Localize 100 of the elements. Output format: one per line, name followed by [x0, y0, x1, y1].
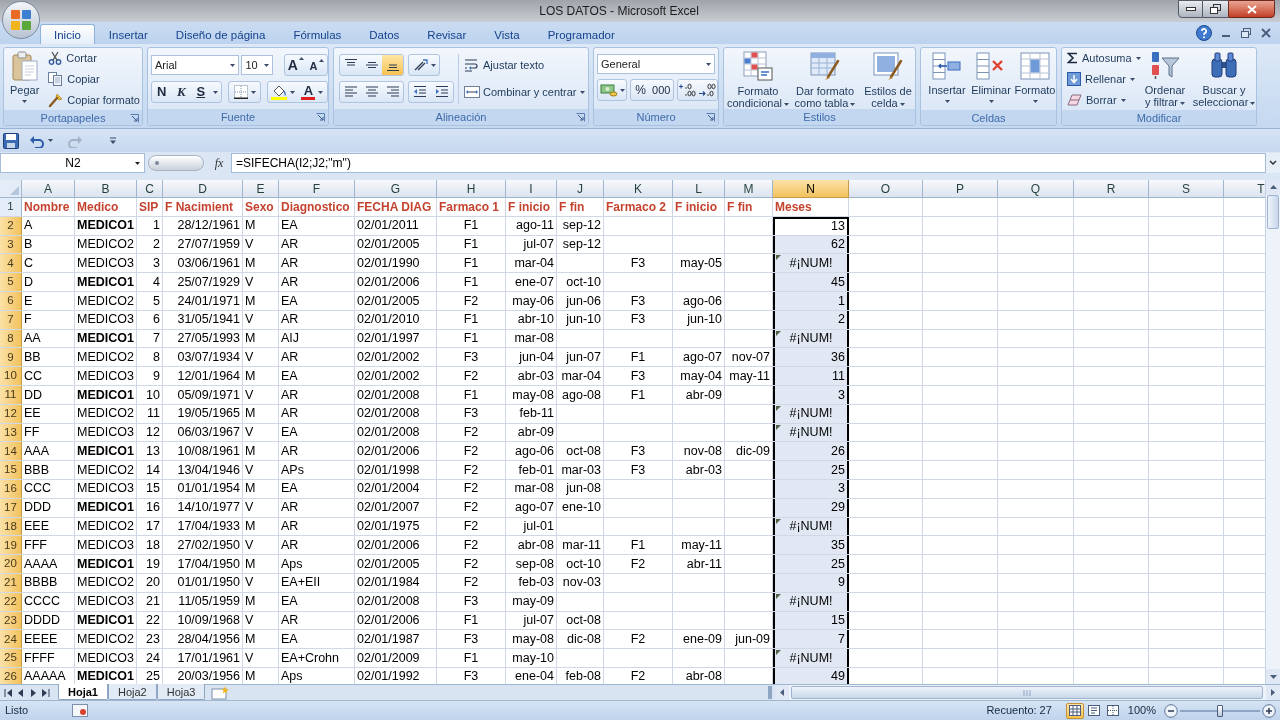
- italic-button[interactable]: K: [171, 82, 191, 102]
- help-icon[interactable]: [1196, 25, 1212, 41]
- row-number[interactable]: 19: [0, 536, 22, 555]
- column-header[interactable]: C: [137, 180, 163, 198]
- restore-button[interactable]: [1203, 0, 1228, 18]
- close-icon[interactable]: [1260, 27, 1272, 39]
- column-header[interactable]: A: [22, 180, 75, 198]
- scrollbar-thumb[interactable]: [1267, 195, 1279, 229]
- formula-input[interactable]: =SIFECHA(I2;J2;"m"): [231, 153, 1266, 173]
- ribbon-tab[interactable]: Revisar: [413, 24, 481, 44]
- row-number[interactable]: 10: [0, 367, 22, 385]
- dialog-launcher-button[interactable]: [575, 112, 585, 122]
- zoom-slider[interactable]: [1180, 703, 1260, 718]
- sort-filter-button[interactable]: Ordenar y filtrar: [1139, 48, 1191, 108]
- column-header[interactable]: I: [506, 180, 557, 198]
- name-box[interactable]: N2: [0, 153, 145, 173]
- close-button[interactable]: [1228, 0, 1275, 18]
- format-painter-button[interactable]: Copiar formato: [46, 90, 142, 110]
- row-number[interactable]: 20: [0, 555, 22, 573]
- insert-function-button[interactable]: fx: [210, 154, 228, 172]
- column-header[interactable]: G: [355, 180, 437, 198]
- sheet-tab[interactable]: Hoja3: [156, 684, 206, 700]
- zoom-in-icon[interactable]: [1262, 703, 1276, 718]
- percent-button[interactable]: %: [631, 80, 650, 100]
- fill-button[interactable]: Rellenar: [1065, 69, 1139, 89]
- copy-button[interactable]: Copiar: [46, 69, 142, 89]
- next-sheet-icon[interactable]: [29, 688, 37, 697]
- horizontal-scrollbar[interactable]: [775, 685, 1280, 700]
- column-header[interactable]: J: [557, 180, 604, 198]
- row-number[interactable]: 24: [0, 630, 22, 649]
- column-header[interactable]: E: [243, 180, 279, 198]
- previous-sheet-icon[interactable]: [17, 688, 25, 697]
- zoom-level-text[interactable]: 100%: [1127, 702, 1156, 719]
- column-header[interactable]: K: [604, 180, 673, 198]
- column-header[interactable]: L: [673, 180, 725, 198]
- clear-button[interactable]: Borrar: [1065, 90, 1139, 110]
- save-icon[interactable]: [3, 132, 19, 149]
- insert-cells-button[interactable]: Insertar: [925, 50, 969, 110]
- column-header[interactable]: T: [1224, 180, 1265, 198]
- conditional-format-button[interactable]: Formato condicional: [726, 49, 790, 109]
- dialog-launcher-button[interactable]: [705, 112, 715, 122]
- format-as-table-button[interactable]: Dar formato como tabla: [790, 49, 860, 109]
- font-name-combo[interactable]: Arial: [151, 55, 240, 75]
- sheet-tab[interactable]: Hoja1: [58, 684, 108, 700]
- shrink-font-button[interactable]: A: [306, 55, 327, 75]
- column-header[interactable]: Q: [998, 180, 1074, 198]
- column-header[interactable]: S: [1149, 180, 1224, 198]
- cut-button[interactable]: Cortar: [46, 48, 142, 68]
- ribbon-tab[interactable]: Programador: [533, 24, 629, 44]
- align-bottom-button[interactable]: [382, 55, 403, 75]
- ribbon-tab[interactable]: Datos: [355, 24, 414, 44]
- sheet-tab[interactable]: Hoja2: [107, 684, 157, 700]
- column-header[interactable]: O: [849, 180, 923, 198]
- dialog-launcher-button[interactable]: [315, 112, 325, 122]
- last-sheet-icon[interactable]: [41, 688, 50, 697]
- row-number[interactable]: 9: [0, 348, 22, 367]
- macro-record-icon[interactable]: [72, 704, 89, 717]
- thousands-button[interactable]: 000: [650, 80, 673, 100]
- bold-button[interactable]: N: [152, 82, 172, 102]
- paste-button[interactable]: Pegar: [7, 49, 43, 107]
- column-header[interactable]: D: [163, 180, 243, 198]
- zoom-out-icon[interactable]: [1164, 703, 1178, 718]
- row-number[interactable]: 14: [0, 442, 22, 461]
- ribbon-tab[interactable]: Insertar: [94, 24, 162, 44]
- first-sheet-icon[interactable]: [4, 688, 13, 697]
- row-number[interactable]: 15: [0, 461, 22, 479]
- view-button[interactable]: [1065, 702, 1084, 719]
- font-size-combo[interactable]: 10: [241, 55, 274, 75]
- find-select-button[interactable]: Buscar y seleccionar: [1191, 48, 1256, 108]
- restore-icon[interactable]: [1240, 27, 1252, 39]
- number-format-combo[interactable]: General: [597, 54, 715, 74]
- ribbon-tab[interactable]: Diseño de página: [161, 24, 280, 44]
- scrollbar-thumb[interactable]: [791, 686, 1263, 699]
- merge-center-button[interactable]: Combinar y centrar: [463, 81, 586, 103]
- vertical-scrollbar[interactable]: [1265, 180, 1280, 684]
- row-number[interactable]: 5: [0, 273, 22, 291]
- row-number[interactable]: 1: [0, 198, 22, 216]
- format-cells-button[interactable]: Formato: [1013, 50, 1056, 110]
- minimize-button[interactable]: [1178, 0, 1203, 18]
- cell-styles-button[interactable]: Estilos de celda: [860, 49, 915, 109]
- dialog-launcher-button[interactable]: [129, 113, 139, 123]
- row-number[interactable]: 25: [0, 649, 22, 667]
- resize-handle[interactable]: [148, 155, 204, 171]
- zoom-slider-thumb[interactable]: [1217, 704, 1223, 717]
- underline-button[interactable]: S: [191, 82, 211, 102]
- expand-chevron-icon[interactable]: [1266, 153, 1280, 173]
- column-header[interactable]: B: [75, 180, 137, 198]
- column-header[interactable]: F: [279, 180, 355, 198]
- ribbon-tab[interactable]: Inicio: [40, 24, 95, 44]
- column-header[interactable]: R: [1074, 180, 1149, 198]
- row-number[interactable]: 4: [0, 254, 22, 273]
- column-header[interactable]: P: [923, 180, 998, 198]
- column-header[interactable]: N: [773, 180, 849, 198]
- autosum-button[interactable]: Autosuma: [1065, 48, 1139, 68]
- ribbon-tab[interactable]: Vista: [480, 24, 534, 44]
- column-header[interactable]: H: [437, 180, 506, 198]
- wrap-text-button[interactable]: Ajustar texto: [463, 54, 586, 76]
- grow-font-button[interactable]: A: [285, 55, 307, 75]
- column-header[interactable]: M: [725, 180, 773, 198]
- customize-toolbar-icon[interactable]: [109, 136, 117, 145]
